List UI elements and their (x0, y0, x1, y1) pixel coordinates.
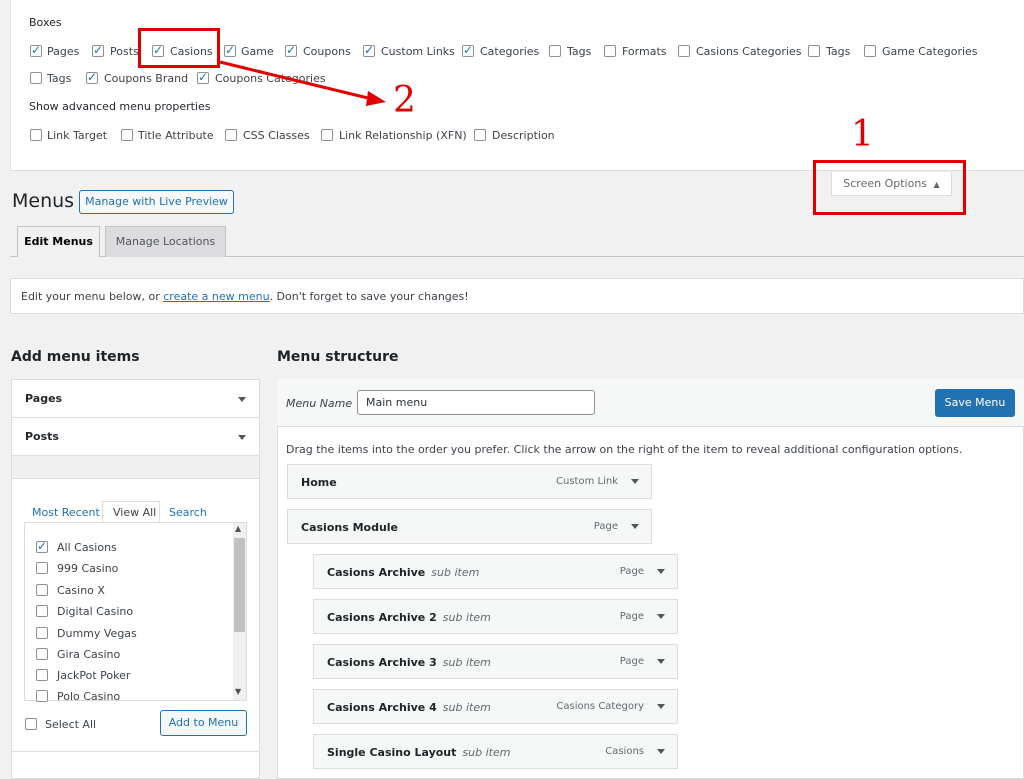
triangle-down-icon[interactable] (657, 614, 665, 619)
notice-text: . Don't forget to save your changes! (269, 290, 469, 303)
triangle-down-icon[interactable] (657, 569, 665, 574)
annotation-number-2: 2 (393, 80, 416, 121)
checkbox-list-item[interactable] (36, 669, 48, 681)
menu-item-home[interactable]: Home Custom Link (287, 464, 652, 499)
scroll-down-icon[interactable]: ▼ (235, 687, 241, 696)
menu-item-title: Casions Module (301, 521, 399, 534)
menu-item-single-casino-layout[interactable]: Single Casino Layout sub item Casions (313, 734, 678, 769)
menu-item-title: Casions Archive sub item (327, 566, 480, 579)
triangle-down-icon[interactable] (631, 479, 639, 484)
list-item: Digital Casino (57, 605, 134, 618)
triangle-down-icon[interactable] (657, 659, 665, 664)
divider (11, 751, 260, 752)
save-menu-button[interactable]: Save Menu (935, 389, 1015, 417)
tab-view-all[interactable]: View All (113, 506, 156, 519)
select-all-label: Select All (45, 718, 97, 731)
triangle-down-icon (238, 397, 246, 402)
scrollbar-thumb[interactable] (234, 538, 245, 632)
menu-header: Menu Name Save Menu (277, 379, 1024, 427)
menu-item-title: Casions Archive 4 sub item (327, 701, 491, 714)
list-item: 999 Casino (57, 562, 119, 575)
list-item: All Casions (57, 541, 117, 554)
create-menu-link[interactable]: create a new menu (163, 290, 269, 303)
menu-item-casions-archive-3[interactable]: Casions Archive 3 sub item Page (313, 644, 678, 679)
triangle-down-icon[interactable] (657, 749, 665, 754)
tab-edit-menus[interactable]: Edit Menus (17, 226, 100, 257)
accordion-pages[interactable]: Pages (12, 380, 259, 418)
tab-most-recent[interactable]: Most Recent (32, 506, 100, 519)
manage-live-preview-button[interactable]: Manage with Live Preview (79, 190, 234, 214)
triangle-down-icon (238, 435, 246, 440)
accordion-header-casions[interactable] (12, 456, 259, 479)
notice-bar: Edit your menu below, or create a new me… (10, 278, 1024, 314)
menu-item-casions-archive[interactable]: Casions Archive sub item Page (313, 554, 678, 589)
tab-manage-locations[interactable]: Manage Locations (105, 226, 226, 257)
tab-search[interactable]: Search (169, 506, 207, 519)
instructions-text: Drag the items into the order you prefer… (286, 443, 963, 456)
menu-item-type: Casions (605, 746, 644, 757)
checkbox-list-item[interactable] (36, 605, 48, 617)
annotation-number-1: 1 (851, 114, 874, 155)
page-title: Menus (12, 190, 75, 212)
accordion-label: Pages (25, 392, 63, 405)
accordion-label: Posts (25, 430, 59, 443)
checkbox-list-item[interactable] (36, 627, 48, 639)
checkbox-list-item[interactable] (36, 584, 48, 596)
triangle-down-icon[interactable] (631, 524, 639, 529)
menu-item-type: Page (619, 566, 644, 577)
checkbox-all-casions[interactable] (36, 539, 48, 553)
scroll-up-icon[interactable]: ▲ (235, 524, 241, 533)
menu-item-title: Home (301, 476, 337, 489)
menu-item-casions-archive-4[interactable]: Casions Archive 4 sub item Casions Catego… (313, 689, 678, 724)
menu-item-casions-archive-2[interactable]: Casions Archive 2 sub item Page (313, 599, 678, 634)
menu-item-title: Casions Archive 3 sub item (327, 656, 491, 669)
menu-item-type: Custom Link (556, 476, 618, 487)
menu-item-type: Page (593, 521, 618, 532)
menu-item-title: Casions Archive 2 sub item (327, 611, 491, 624)
list-item: Dummy Vegas (57, 627, 137, 640)
menu-item-title: Single Casino Layout sub item (327, 746, 511, 759)
checkbox-list-item[interactable] (36, 690, 48, 702)
menu-item-casions-module[interactable]: Casions Module Page (287, 509, 652, 544)
menu-item-type: Page (619, 656, 644, 667)
checkbox-select-all[interactable] (25, 718, 37, 730)
list-item: JackPot Poker (57, 669, 131, 682)
notice-text: Edit your menu below, or (21, 290, 164, 303)
triangle-down-icon[interactable] (657, 704, 665, 709)
menu-structure-title: Menu structure (277, 349, 399, 365)
checkbox-list-item[interactable] (36, 562, 48, 574)
menu-item-type: Page (619, 611, 644, 622)
add-to-menu-button[interactable]: Add to Menu (160, 710, 247, 736)
accordion-posts[interactable]: Posts (12, 418, 259, 456)
list-item: Gira Casino (57, 648, 121, 661)
list-item: Polo Casino (57, 690, 121, 703)
menu-name-input[interactable] (357, 390, 595, 415)
menu-name-label: Menu Name (286, 397, 353, 410)
list-item: Casino X (57, 584, 105, 597)
menu-item-type: Casions Category (556, 701, 644, 712)
add-menu-items-title: Add menu items (11, 349, 140, 365)
checkbox-list-item[interactable] (36, 648, 48, 660)
